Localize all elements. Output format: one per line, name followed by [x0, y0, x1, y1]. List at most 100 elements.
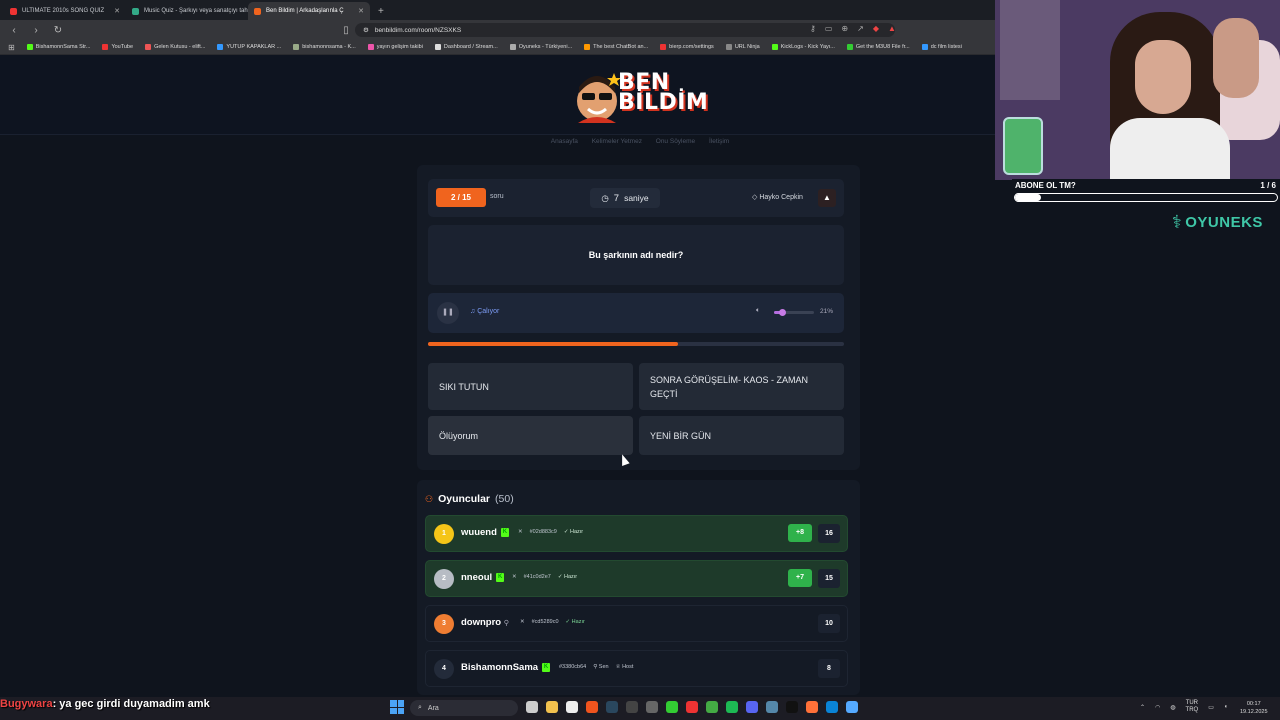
- discord-icon[interactable]: [746, 701, 758, 713]
- zoom-icon[interactable]: ⊕: [841, 24, 848, 33]
- player-name: downpro ⚲: [461, 617, 509, 628]
- cast-icon[interactable]: ▭: [825, 24, 833, 33]
- audio-player: ❚❚ ♫ Çalıyor 🔈︎ 21%: [428, 293, 844, 333]
- bookmark-item[interactable]: The best ChatBot an...: [584, 44, 648, 50]
- wifi-icon[interactable]: ◠: [1155, 704, 1160, 711]
- bookmark-item[interactable]: URL Ninja: [725, 44, 760, 50]
- subscriber-goal: ABONE OL TM? 1 / 6: [1012, 179, 1280, 205]
- close-tab-icon[interactable]: ✕: [114, 7, 120, 15]
- obs-studio-icon[interactable]: [646, 701, 658, 713]
- bookmark-favicon-icon: [102, 44, 109, 50]
- report-button[interactable]: ▲: [818, 189, 836, 207]
- bookmark-favicon-icon: [584, 44, 591, 50]
- app-blue-icon[interactable]: [846, 701, 858, 713]
- bookmark-item[interactable]: Dashboard / Stream...: [434, 44, 498, 50]
- system-clock[interactable]: 00:17 19.12.2025: [1240, 700, 1268, 716]
- edge-icon[interactable]: [826, 701, 838, 713]
- browser-tab-3[interactable]: Ben Bildim | Arkadaşlarınla Ç ✕: [248, 2, 370, 20]
- reload-icon[interactable]: ↻: [52, 25, 64, 36]
- input-language[interactable]: TUR TRQ: [1186, 700, 1199, 714]
- brave-shield-icon[interactable]: ◆: [873, 24, 879, 33]
- address-bar-icons: ⚷ ▭ ⊕ ↗ ◆ ▲: [810, 24, 896, 33]
- music-quiz-favicon-icon: [132, 7, 139, 15]
- browser-tab-2[interactable]: Music Quiz - Şarkıyı veya sanatçıyı tah …: [126, 2, 248, 20]
- taskbar-search[interactable]: ⌕ Ara: [410, 700, 518, 716]
- task-view-icon[interactable]: [526, 701, 538, 713]
- bookmark-item[interactable]: Gelen Kutusu - elift...: [145, 44, 205, 50]
- bookmark-item[interactable]: Get the M3U8 File fr...: [846, 44, 910, 50]
- bookmark-item[interactable]: bishamonnsama - K...: [293, 44, 356, 50]
- bookmark-item[interactable]: KickLogs - Kick Yayı...: [771, 44, 835, 50]
- apps-grid-icon[interactable]: ⊞: [8, 43, 15, 52]
- volume-slider[interactable]: [774, 309, 814, 316]
- muted-icon: ✕: [518, 529, 523, 535]
- player-name: nneoul K: [461, 572, 505, 583]
- bookmark-item[interactable]: dc film listesi: [921, 44, 962, 50]
- player-row: 2 nneoul K ✕ #41c0d2e7 ✓ Hazır +7 15: [425, 560, 848, 597]
- clock-icon: ◷: [601, 192, 609, 203]
- bookmark-item[interactable]: BishamonnSama Str...: [26, 44, 90, 50]
- nav-item-kelimeler-yetmez[interactable]: Kelimeler Yetmez: [592, 138, 642, 145]
- mic-icon[interactable]: ◍: [1170, 704, 1175, 711]
- rewards-icon[interactable]: ▲: [888, 24, 896, 33]
- browser-tab-1[interactable]: ULTIMATE 2010s SONG QUIZ ✕: [4, 2, 126, 20]
- sub-goal-fill: [1015, 194, 1042, 201]
- bookmark-item[interactable]: bierp.com/settings: [660, 44, 714, 50]
- volume-knob[interactable]: [779, 309, 787, 316]
- question-label: soru: [490, 193, 504, 200]
- warning-icon: ▲: [823, 193, 831, 202]
- bookmark-item[interactable]: yayın gelişim takibi: [367, 44, 423, 50]
- player-name: BishamonnSama K: [461, 662, 551, 673]
- volume-icon[interactable]: 🔈︎: [756, 307, 760, 315]
- key-icon[interactable]: ⚷: [810, 24, 816, 33]
- back-arrow-icon[interactable]: ‹: [8, 25, 20, 36]
- firefox-icon[interactable]: [806, 701, 818, 713]
- answer-option-3[interactable]: Ölüyorum: [428, 416, 633, 455]
- brave-browser-icon[interactable]: [586, 701, 598, 713]
- answer-option-1[interactable]: SIKI TUTUN: [428, 363, 633, 410]
- site-logo[interactable]: BEN BİLDİM: [572, 67, 708, 129]
- webcam-streamer-face: [1135, 40, 1191, 114]
- app-tool-icon[interactable]: [766, 701, 778, 713]
- muted-icon: ✕: [520, 619, 525, 625]
- site-info-icon[interactable]: ⚙: [363, 26, 369, 34]
- mascot-logo-icon: [577, 73, 620, 123]
- bookmark-favicon-icon: [509, 44, 516, 50]
- players-heading: ⚇ Oyuncular (50): [425, 493, 514, 505]
- spotify-icon[interactable]: [726, 701, 738, 713]
- close-tab-icon[interactable]: ✕: [358, 7, 364, 15]
- xbox-icon[interactable]: [666, 701, 678, 713]
- tab-title: ULTIMATE 2010s SONG QUIZ: [22, 8, 105, 14]
- tray-overflow-icon[interactable]: ⌃: [1140, 704, 1145, 711]
- share-icon[interactable]: ↗: [857, 24, 864, 33]
- rank-badge: 1: [434, 524, 454, 544]
- answer-option-4[interactable]: YENİ BİR GÜN: [639, 416, 844, 455]
- bookmark-icon[interactable]: ▯: [340, 25, 352, 36]
- nav-item-contact[interactable]: İletişim: [709, 138, 729, 145]
- windows-start-icon[interactable]: [390, 700, 404, 714]
- bookmark-item[interactable]: Oyuneks - Türkiyeni...: [509, 44, 572, 50]
- webcam-overlay: [995, 0, 1280, 180]
- network-icon[interactable]: ▭: [1208, 704, 1214, 711]
- file-explorer-icon[interactable]: [546, 701, 558, 713]
- bookmark-item[interactable]: YUTUP KAPAKLAR ...: [217, 44, 281, 50]
- answer-option-2[interactable]: SONRA GÖRÜŞELİM- KAOS - ZAMAN GEÇTİ: [639, 363, 844, 410]
- youtube-favicon-icon: [10, 7, 17, 15]
- pause-button[interactable]: ❚❚: [437, 302, 459, 324]
- oyuneks-logo-icon: ⚕: [1172, 212, 1183, 232]
- chrome-icon[interactable]: [706, 701, 718, 713]
- nav-item-home[interactable]: Anasayfa: [551, 138, 578, 145]
- nav-item-onu-soyleme[interactable]: Onu Söyleme: [656, 138, 695, 145]
- ready-status: ✓ Hazır: [557, 574, 578, 580]
- pause-icon: ❚❚: [442, 309, 454, 316]
- obs-icon[interactable]: [626, 701, 638, 713]
- speaker-icon[interactable]: ◖: [1224, 704, 1228, 710]
- new-tab-button[interactable]: +: [370, 6, 392, 20]
- forward-arrow-icon[interactable]: ›: [30, 25, 42, 36]
- store-icon[interactable]: [566, 701, 578, 713]
- bookmark-item[interactable]: YouTube: [102, 44, 133, 50]
- tab-title: Music Quiz - Şarkıyı veya sanatçıyı tah: [144, 8, 248, 14]
- steam-icon[interactable]: [606, 701, 618, 713]
- capcut-icon[interactable]: [786, 701, 798, 713]
- app-red-icon[interactable]: [686, 701, 698, 713]
